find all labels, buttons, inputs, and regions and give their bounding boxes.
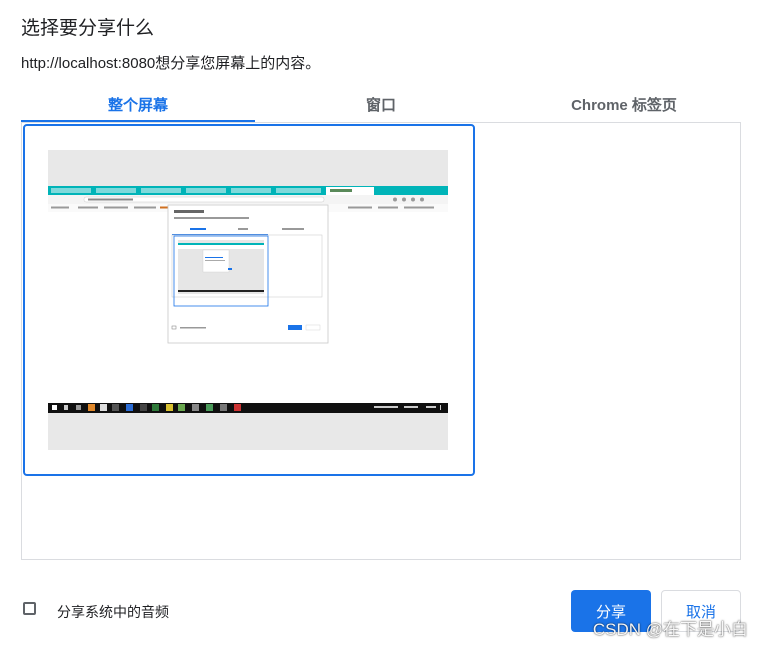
dialog-subtitle: http://localhost:8080想分享您屏幕上的内容。: [21, 55, 321, 72]
screen-source-tile[interactable]: [23, 124, 475, 476]
tab-entire-screen[interactable]: 整个屏幕: [21, 88, 255, 123]
csdn-watermark: CSDN @在下是小白: [592, 620, 748, 639]
share-audio-label: 分享系统中的音频: [57, 604, 169, 620]
screen-thumbnail-image: [48, 150, 448, 450]
share-screen-dialog: 选择要分享什么 http://localhost:8080想分享您屏幕上的内容。…: [0, 0, 762, 645]
screen-thumbnail: [48, 150, 448, 450]
source-tabs: 整个屏幕 窗口 Chrome 标签页: [21, 88, 741, 123]
tab-window[interactable]: 窗口: [255, 88, 507, 121]
tab-chrome-tab[interactable]: Chrome 标签页: [507, 88, 741, 121]
share-audio-checkbox[interactable]: [23, 602, 36, 615]
source-panel: [21, 122, 741, 560]
dialog-title: 选择要分享什么: [21, 18, 155, 39]
